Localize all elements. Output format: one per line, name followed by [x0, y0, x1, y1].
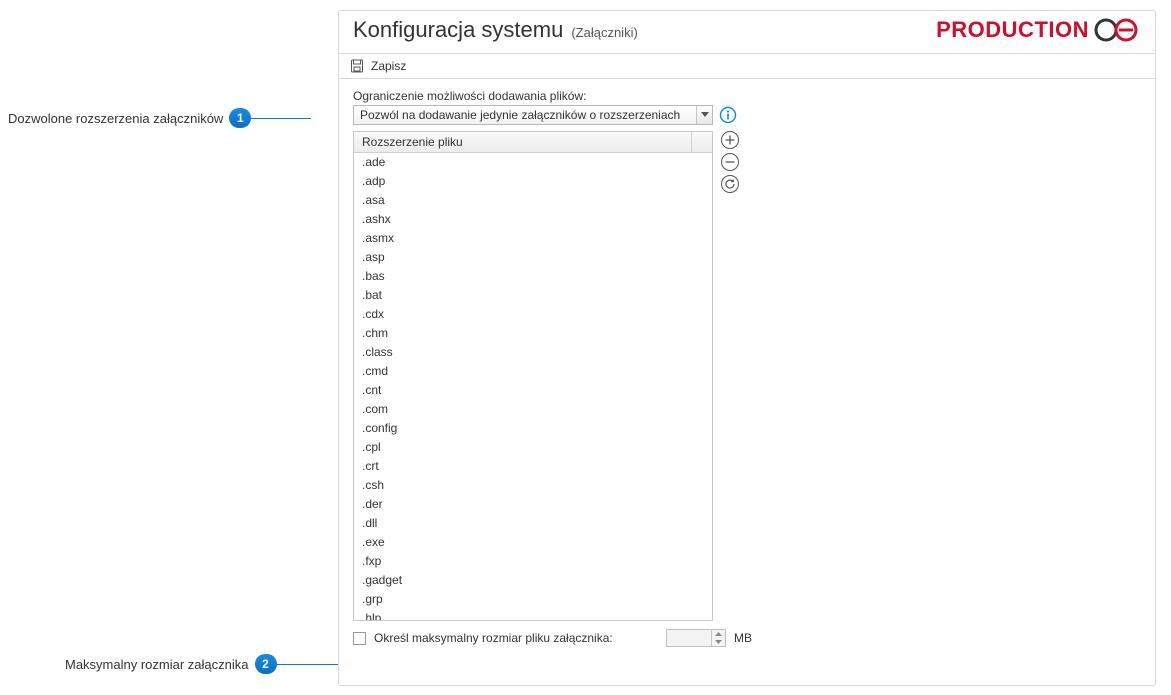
grid-side-actions — [721, 131, 739, 621]
maxsize-checkbox[interactable] — [353, 632, 366, 645]
table-row[interactable]: .hlp — [354, 609, 712, 620]
table-row[interactable]: .crt — [354, 457, 712, 476]
save-icon[interactable] — [349, 58, 365, 74]
grid-header-spacer — [692, 132, 712, 152]
callout-2-line — [277, 664, 347, 665]
table-row[interactable]: .chm — [354, 324, 712, 343]
save-button[interactable]: Zapisz — [371, 59, 406, 73]
extensions-grid: Rozszerzenie pliku .ade.adp.asa.ashx.asm… — [353, 131, 713, 621]
table-row[interactable]: .bas — [354, 267, 712, 286]
callout-bubble-2: 2 — [255, 654, 277, 674]
brand-text: PRODUCTION — [936, 17, 1089, 43]
maxsize-value[interactable] — [667, 630, 711, 646]
callout-1-line — [251, 118, 311, 119]
table-row[interactable]: .grp — [354, 590, 712, 609]
maxsize-row: Określ maksymalny rozmiar pliku załączni… — [353, 629, 1141, 647]
callout-1-label: Dozwolone rozszerzenia załączników — [8, 111, 223, 126]
table-row[interactable]: .asa — [354, 191, 712, 210]
content-area: Ograniczenie możliwości dodawania plików… — [339, 79, 1155, 657]
add-button[interactable] — [721, 131, 739, 149]
table-row[interactable]: .asmx — [354, 229, 712, 248]
panel-title-wrap: Konfiguracja systemu (Załączniki) — [353, 17, 638, 43]
table-row[interactable]: .asp — [354, 248, 712, 267]
table-row[interactable]: .exe — [354, 533, 712, 552]
page-title: Konfiguracja systemu — [353, 17, 563, 43]
panel-header: Konfiguracja systemu (Załączniki) PRODUC… — [339, 11, 1155, 53]
table-row[interactable]: .der — [354, 495, 712, 514]
table-row[interactable]: .class — [354, 343, 712, 362]
table-row[interactable]: .cmd — [354, 362, 712, 381]
restriction-dropdown[interactable]: Pozwól na dodawanie jedynie załączników … — [353, 105, 713, 125]
table-row[interactable]: .bat — [354, 286, 712, 305]
maxsize-unit: MB — [734, 631, 752, 645]
page-subtitle: (Załączniki) — [571, 25, 637, 40]
refresh-button[interactable] — [721, 175, 739, 193]
grid-body[interactable]: .ade.adp.asa.ashx.asmx.asp.bas.bat.cdx.c… — [354, 153, 712, 620]
table-row[interactable]: .gadget — [354, 571, 712, 590]
table-row[interactable]: .adp — [354, 172, 712, 191]
spinner-up-icon[interactable] — [712, 630, 725, 638]
remove-button[interactable] — [721, 153, 739, 171]
table-row[interactable]: .fxp — [354, 552, 712, 571]
info-icon[interactable] — [719, 106, 737, 124]
callout-1: Dozwolone rozszerzenia załączników 1 — [8, 108, 311, 128]
callout-bubble-1: 1 — [229, 108, 251, 128]
chevron-down-icon[interactable] — [696, 106, 712, 124]
table-row[interactable]: .cdx — [354, 305, 712, 324]
table-row[interactable]: .com — [354, 400, 712, 419]
table-row[interactable]: .config — [354, 419, 712, 438]
grid-header-col[interactable]: Rozszerzenie pliku — [354, 132, 692, 152]
table-row[interactable]: .dll — [354, 514, 712, 533]
brand-logo-icon — [1093, 17, 1141, 43]
callout-2-label: Maksymalny rozmiar załącznika — [65, 657, 249, 672]
spinner-down-icon[interactable] — [712, 638, 725, 646]
table-row[interactable]: .cpl — [354, 438, 712, 457]
table-row[interactable]: .ade — [354, 153, 712, 172]
maxsize-label: Określ maksymalny rozmiar pliku załączni… — [374, 631, 644, 645]
table-row[interactable]: .csh — [354, 476, 712, 495]
restriction-label: Ograniczenie możliwości dodawania plików… — [353, 89, 1141, 103]
table-row[interactable]: .cnt — [354, 381, 712, 400]
grid-header: Rozszerzenie pliku — [354, 132, 712, 153]
brand: PRODUCTION — [936, 17, 1141, 43]
table-row[interactable]: .ashx — [354, 210, 712, 229]
callout-2: Maksymalny rozmiar załącznika 2 — [65, 654, 347, 674]
config-panel: Konfiguracja systemu (Załączniki) PRODUC… — [338, 10, 1156, 686]
maxsize-spinner[interactable] — [666, 629, 726, 647]
toolbar: Zapisz — [339, 53, 1155, 79]
restriction-dropdown-value: Pozwól na dodawanie jedynie załączników … — [354, 106, 696, 124]
